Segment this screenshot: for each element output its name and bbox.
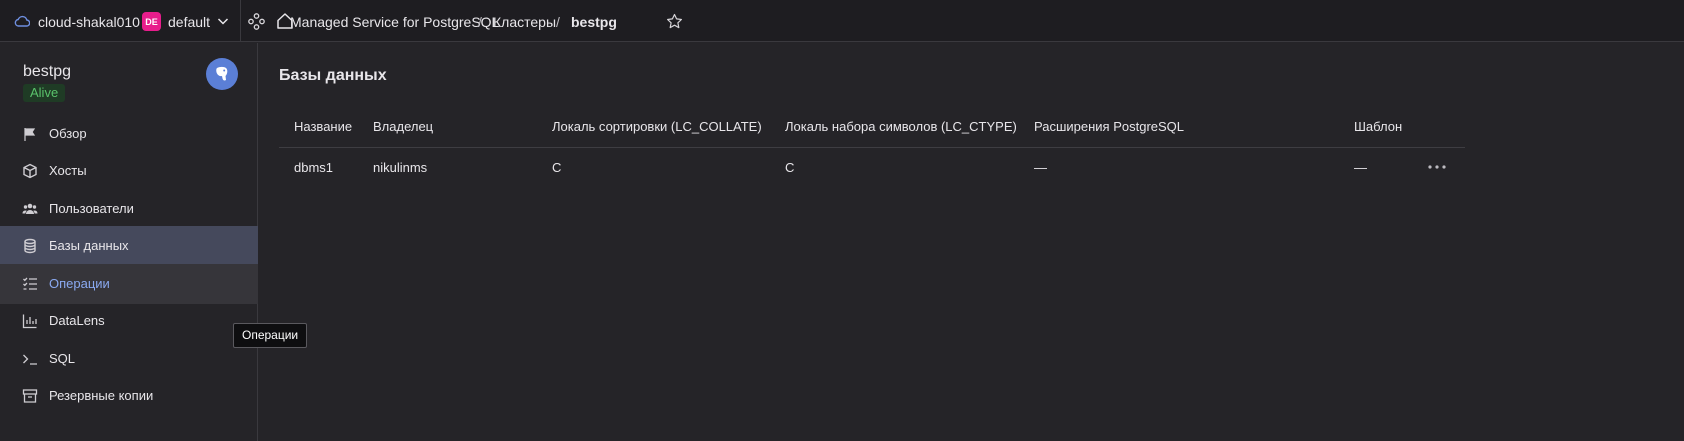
cell-extensions: — <box>1034 160 1047 175</box>
cube-icon <box>23 163 37 179</box>
bar-chart-icon <box>22 314 37 329</box>
sidebar-item-label: Резервные копии <box>49 388 154 403</box>
cell-lc-ctype: C <box>785 160 795 175</box>
cell-owner: nikulinms <box>373 160 428 175</box>
sidebar-item-label: Хосты <box>49 163 87 178</box>
folder-badge[interactable]: DE <box>142 12 161 31</box>
terminal-icon <box>23 354 37 365</box>
page-title: Базы данных <box>279 67 387 84</box>
column-header-extensions: Расширения PostgreSQL <box>1034 119 1185 134</box>
breadcrumb-cluster: bestpg <box>571 14 617 30</box>
column-header-template: Шаблон <box>1354 119 1403 134</box>
sidebar-item-label: DataLens <box>49 313 105 328</box>
archive-icon <box>22 389 38 403</box>
sidebar-item-datalens[interactable]: DataLens <box>0 301 258 341</box>
column-header-lc-collate: Локаль сортировки (LC_COLLATE) <box>552 119 762 134</box>
main-content: Базы данных Название Владелец Локаль сор… <box>259 43 1684 441</box>
database-icon <box>24 238 36 254</box>
table-divider <box>279 147 1465 148</box>
breadcrumb-separator: / <box>478 14 482 30</box>
cell-lc-collate: C <box>552 160 562 175</box>
sidebar-item-label: Операции <box>49 276 110 291</box>
sidebar-item-sql[interactable]: SQL <box>0 339 258 379</box>
cell-name[interactable]: dbms1 <box>294 160 333 175</box>
topbar-divider <box>240 0 241 42</box>
folder-name[interactable]: default <box>168 14 210 30</box>
star-icon[interactable] <box>666 13 683 30</box>
breadcrumb-service[interactable]: Managed Service for PostgreSQL <box>290 14 499 30</box>
cluster-name: bestpg <box>23 63 72 80</box>
postgresql-icon <box>206 58 238 90</box>
sidebar-item-backups[interactable]: Резервные копии <box>0 376 258 416</box>
more-actions-icon[interactable] <box>1427 164 1447 170</box>
sidebar-item-databases[interactable]: Базы данных <box>0 226 258 266</box>
chevron-down-icon[interactable] <box>217 16 229 26</box>
services-icon[interactable] <box>248 13 265 30</box>
cloud-name[interactable]: cloud-shakal010 <box>38 14 140 30</box>
column-header-name: Название <box>294 119 353 134</box>
sidebar: bestpg Alive Обзор Хосты Пользователи Ба… <box>0 43 258 441</box>
cell-template: — <box>1354 160 1367 175</box>
sidebar-item-overview[interactable]: Обзор <box>0 114 258 154</box>
sidebar-item-label: SQL <box>49 351 76 366</box>
status-badge: Alive <box>23 84 66 102</box>
column-header-lc-ctype: Локаль набора символов (LC_CTYPE) <box>785 119 1017 134</box>
sidebar-item-hosts[interactable]: Хосты <box>0 151 258 191</box>
sidebar-item-operations[interactable]: Операции <box>0 264 258 304</box>
top-bar: cloud-shakal010 DE default Managed Servi… <box>0 0 1684 42</box>
flag-icon <box>24 128 36 141</box>
cloud-icon[interactable] <box>14 14 30 28</box>
users-icon <box>22 203 38 214</box>
sidebar-item-label: Обзор <box>49 126 87 141</box>
checklist-icon <box>23 277 37 290</box>
column-header-owner: Владелец <box>373 119 434 134</box>
sidebar-item-label: Базы данных <box>49 238 129 253</box>
breadcrumb-clusters[interactable]: Кластеры <box>493 14 556 30</box>
sidebar-item-label: Пользователи <box>49 201 134 216</box>
breadcrumb-separator: / <box>556 14 560 30</box>
sidebar-item-users[interactable]: Пользователи <box>0 189 258 229</box>
